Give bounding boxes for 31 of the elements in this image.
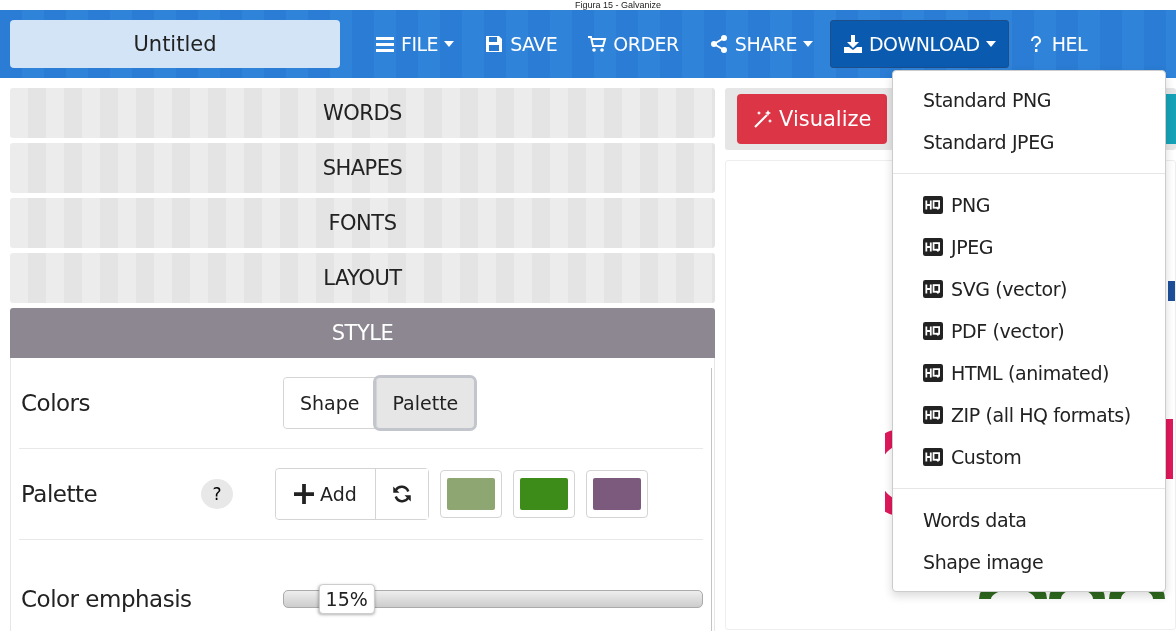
menu-item[interactable]: SVG (vector) (893, 268, 1165, 310)
menu-item[interactable]: Custom (893, 436, 1165, 478)
title-field[interactable]: Untitled (10, 20, 340, 68)
field-label: Color emphasis (20, 585, 193, 612)
menu-button[interactable]: HEL (1012, 20, 1101, 68)
field-label: Colors (20, 390, 92, 416)
menu-item[interactable]: PNG (893, 184, 1165, 226)
menu-item[interactable]: Shape image (893, 541, 1165, 583)
menu-item[interactable]: Standard PNG (893, 79, 1165, 121)
menu-button[interactable]: ORDER (574, 20, 692, 68)
menu-item[interactable]: JPEG (893, 226, 1165, 268)
menu-item[interactable]: Standard JPEG (893, 121, 1165, 163)
accordion-header[interactable]: LAYOUT (10, 253, 715, 303)
menu-item[interactable]: ZIP (all HQ formats) (893, 394, 1165, 436)
visualize-button[interactable]: Visualize (737, 94, 888, 144)
menu-button[interactable]: DOWNLOAD (829, 20, 1009, 68)
menu-button[interactable]: SAVE (471, 20, 571, 68)
accordion-header[interactable]: STYLE (10, 308, 715, 358)
menu-button[interactable]: SHARE (695, 20, 826, 68)
menu-button[interactable]: FILE (362, 20, 468, 68)
help-button[interactable]: ? (201, 479, 233, 509)
accordion-header[interactable]: WORDS (10, 88, 715, 138)
accordion-header[interactable]: SHAPES (10, 143, 715, 193)
menu-item[interactable]: Words data (893, 499, 1165, 541)
figure-caption: Figura 15 - Galvanize (573, 0, 661, 10)
accordion-header[interactable]: FONTS (10, 198, 715, 248)
field-label: Palette (20, 481, 99, 507)
menu-item[interactable]: PDF (vector) (893, 310, 1165, 352)
toggle-button[interactable]: Palette (375, 378, 475, 428)
slider-thumb[interactable]: 15% (318, 583, 375, 614)
menu-item[interactable]: HTML (animated) (893, 352, 1165, 394)
